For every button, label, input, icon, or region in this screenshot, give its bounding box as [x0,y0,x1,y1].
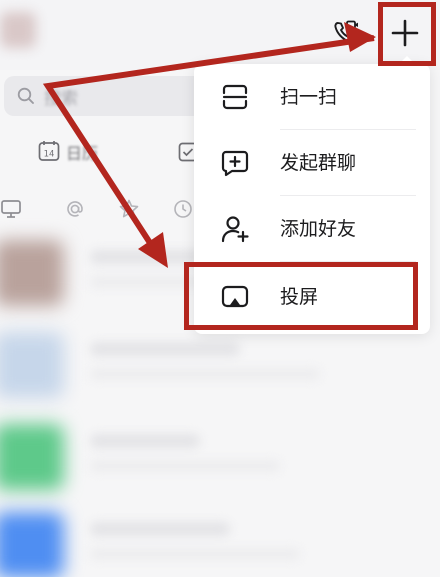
scan-icon [222,84,248,110]
star-icon[interactable] [118,198,140,220]
chat-preview [90,548,300,560]
at-mention-icon[interactable] [64,198,86,220]
calendar-day: 14 [44,150,55,160]
avatar [0,332,64,398]
app-screen: 搜索 14 日历 扫一扫 发起群聊 添加好友 投屏 [0,0,440,577]
chat-title [90,342,240,356]
menu-item-label: 扫一扫 [280,86,338,108]
menu-item-group-chat[interactable]: 发起群聊 [194,130,430,196]
avatar [0,512,64,577]
chat-title [90,434,200,448]
clock-icon[interactable] [172,198,194,220]
chat-row[interactable] [0,324,440,404]
avatar [0,424,64,490]
calendar-icon[interactable]: 14 [38,140,60,162]
avatar[interactable] [0,12,36,48]
top-bar [0,0,440,70]
search-placeholder: 搜索 [44,89,78,109]
menu-item-add-friend[interactable]: 添加好友 [194,196,430,262]
menu-item-label: 添加好友 [280,218,357,240]
chat-title [90,522,230,536]
video-call-icon[interactable] [332,18,360,46]
calendar-label[interactable]: 日历 [66,140,98,164]
chat-row[interactable] [0,504,440,577]
avatar [0,240,64,306]
chat-preview [90,368,320,380]
add-friend-icon [221,216,249,243]
group-chat-icon [221,150,249,177]
plus-button-highlight [378,2,436,66]
chat-preview [90,460,280,472]
search-icon [17,87,34,104]
search-input[interactable]: 搜索 [4,76,210,116]
chat-row[interactable] [0,416,440,496]
screen-cast-highlight [184,262,418,330]
monitor-icon[interactable] [0,198,22,220]
menu-item-label: 发起群聊 [280,152,357,174]
menu-item-scan[interactable]: 扫一扫 [194,64,430,130]
